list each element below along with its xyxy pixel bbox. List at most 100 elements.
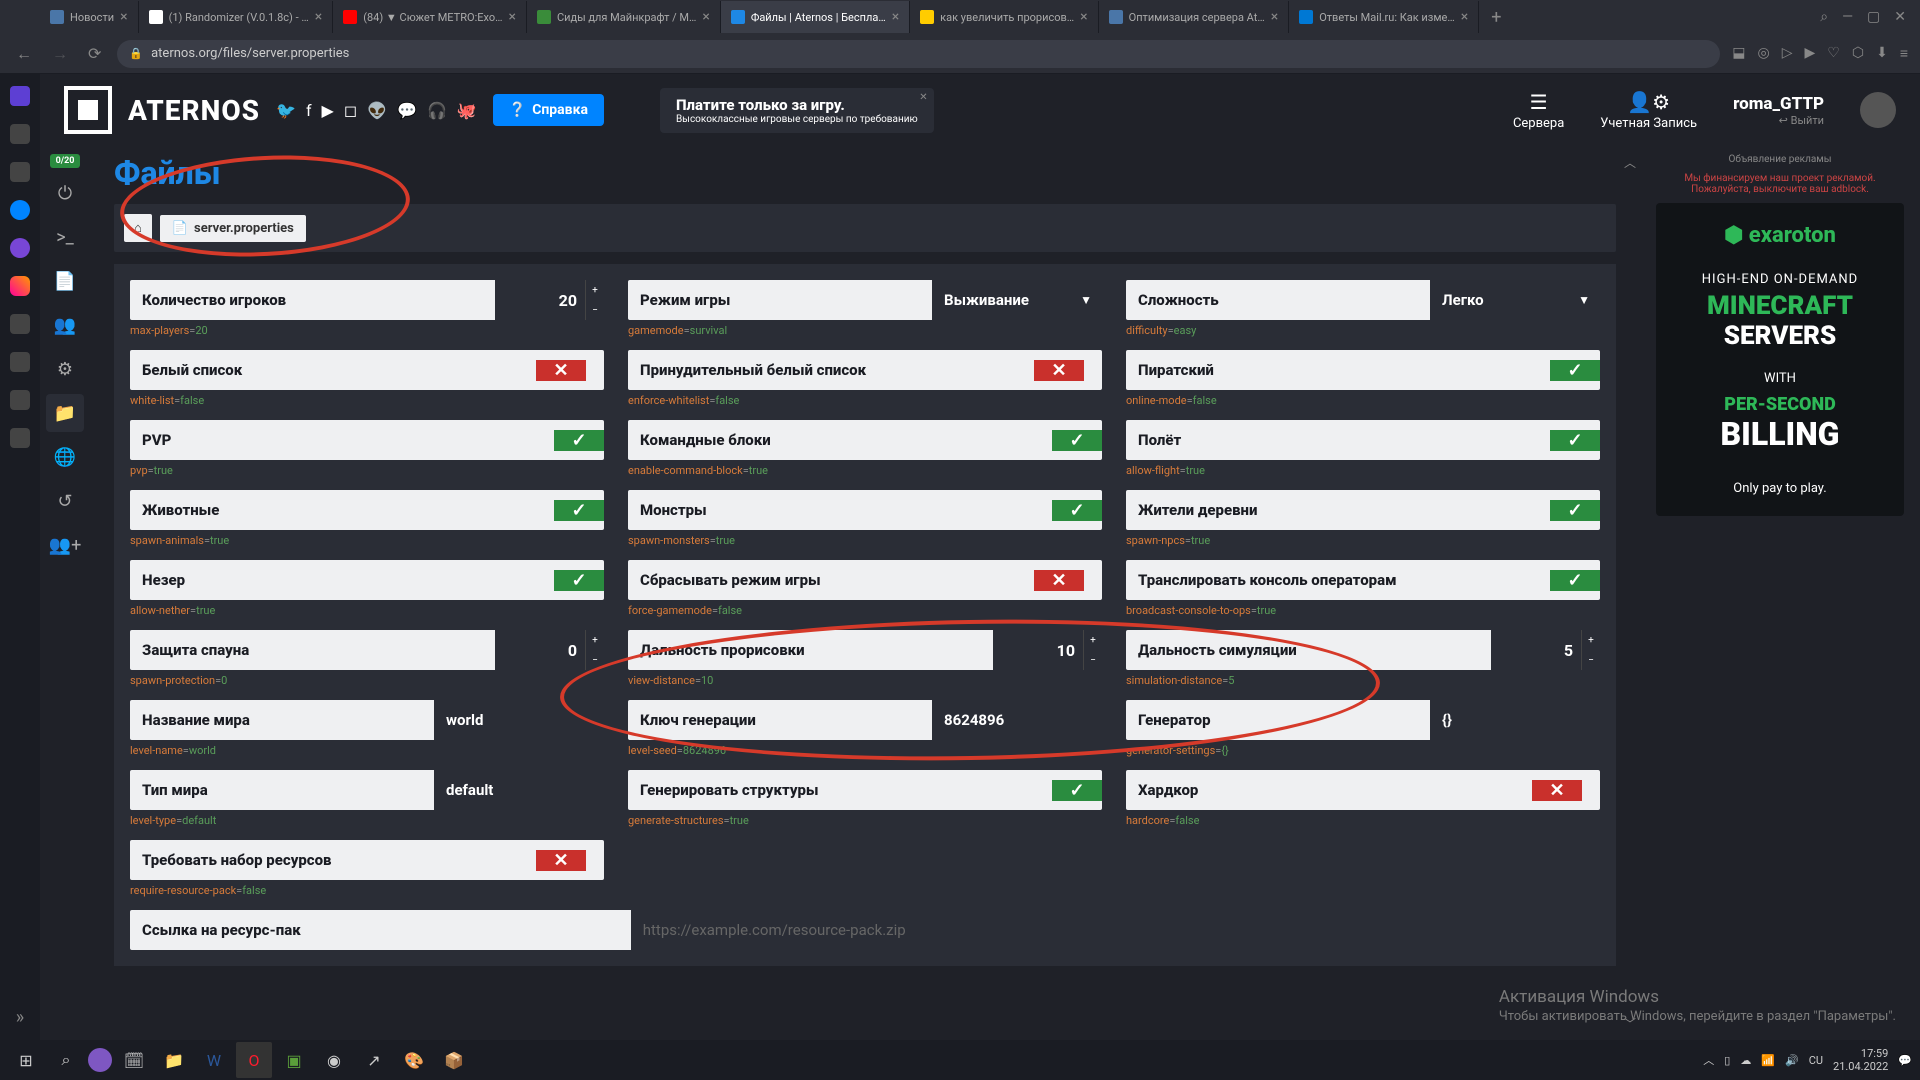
difficulty-select[interactable]: Легко bbox=[1430, 280, 1600, 320]
sidebar-expand-icon[interactable]: » bbox=[16, 1007, 24, 1028]
level-type-input[interactable] bbox=[434, 770, 604, 810]
hardcore-toggle[interactable]: ✕ bbox=[1532, 780, 1600, 801]
back-button[interactable]: ← bbox=[12, 40, 36, 68]
forcegm-toggle[interactable]: ✕ bbox=[1034, 570, 1102, 591]
tray-icon[interactable]: ▯ bbox=[1724, 1054, 1730, 1067]
nether-toggle[interactable]: ✓ bbox=[536, 570, 604, 591]
forward-button[interactable]: → bbox=[48, 40, 72, 68]
sidebar-app-icon[interactable] bbox=[10, 86, 30, 106]
whitelist-toggle[interactable]: ✕ bbox=[536, 360, 604, 381]
tab-close-icon[interactable]: × bbox=[315, 9, 322, 25]
stepper-down[interactable]: − bbox=[1582, 650, 1600, 670]
logout-link[interactable]: ↩ Выйти bbox=[1779, 114, 1824, 127]
stepper-down[interactable]: − bbox=[586, 650, 604, 670]
taskbar-app[interactable]: W bbox=[196, 1042, 232, 1078]
tray-wifi-icon[interactable]: 📶 bbox=[1761, 1054, 1775, 1067]
download-icon[interactable]: ⬇ bbox=[1876, 45, 1888, 62]
cmdblocks-toggle[interactable]: ✓ bbox=[1034, 430, 1102, 451]
support-icon[interactable]: 🎧 bbox=[427, 101, 447, 120]
level-name-input[interactable] bbox=[434, 700, 604, 740]
sim-dist-input[interactable] bbox=[1491, 630, 1581, 670]
taskbar-clock[interactable]: 17:59 21.04.2022 bbox=[1833, 1047, 1888, 1073]
pvp-toggle[interactable]: ✓ bbox=[536, 430, 604, 451]
notifications-icon[interactable]: 💬 bbox=[1898, 1054, 1912, 1067]
stepper-down[interactable]: − bbox=[1084, 650, 1102, 670]
tab-7[interactable]: Ответы Mail.ru: Как изме…× bbox=[1289, 1, 1479, 33]
stepper-up[interactable]: + bbox=[586, 280, 604, 300]
discord-icon[interactable]: 💬 bbox=[397, 101, 417, 120]
sidebar-app-icon[interactable] bbox=[10, 276, 30, 296]
search-icon[interactable]: ⌕ bbox=[1820, 9, 1828, 25]
tab-4[interactable]: Файлы | Aternos | Беспла…× bbox=[721, 1, 910, 33]
tab-close-icon[interactable]: × bbox=[1271, 9, 1278, 25]
twitter-icon[interactable]: 🐦 bbox=[276, 101, 296, 120]
sidebar-app-icon[interactable] bbox=[10, 428, 30, 448]
generator-input[interactable] bbox=[1430, 700, 1600, 740]
cube-icon[interactable]: ⬡ bbox=[1852, 45, 1864, 62]
stepper-up[interactable]: + bbox=[1582, 630, 1600, 650]
close-window-icon[interactable]: ✕ bbox=[1894, 9, 1906, 25]
flight-toggle[interactable]: ✓ bbox=[1532, 430, 1600, 451]
sidebar-app-icon[interactable] bbox=[10, 390, 30, 410]
maximize-icon[interactable]: ▢ bbox=[1867, 9, 1880, 25]
seed-input[interactable] bbox=[932, 700, 1102, 740]
tab-close-icon[interactable]: × bbox=[1080, 9, 1087, 25]
search-button[interactable]: ⌕ bbox=[48, 1042, 84, 1078]
animals-toggle[interactable]: ✓ bbox=[536, 500, 604, 521]
power-icon[interactable]: ⏻ bbox=[46, 174, 84, 212]
url-input[interactable]: 🔒 aternos.org/files/server.properties bbox=[117, 40, 1720, 68]
pack-url-input[interactable] bbox=[631, 910, 1600, 950]
broadcast-toggle[interactable]: ✓ bbox=[1532, 570, 1600, 591]
tab-close-icon[interactable]: × bbox=[1461, 9, 1468, 25]
stepper-up[interactable]: + bbox=[586, 630, 604, 650]
tab-close-icon[interactable]: × bbox=[120, 9, 127, 25]
avatar[interactable] bbox=[1860, 92, 1896, 128]
tray-lang[interactable]: CU bbox=[1809, 1054, 1823, 1067]
tab-5[interactable]: как увеличить прорисов…× bbox=[910, 1, 1098, 33]
addr-icon[interactable]: ▷ bbox=[1782, 45, 1793, 62]
tab-0[interactable]: Новости× bbox=[40, 1, 139, 33]
youtube-icon[interactable]: ▶ bbox=[322, 101, 334, 120]
backups-icon[interactable]: ↺ bbox=[46, 482, 84, 520]
menu-icon[interactable]: ≡ bbox=[1900, 45, 1908, 62]
scroll-up-icon[interactable]: ︿ bbox=[1624, 154, 1636, 171]
players-icon[interactable]: 👥 bbox=[46, 306, 84, 344]
settings-icon[interactable]: ⚙ bbox=[46, 350, 84, 388]
sidebar-app-icon[interactable] bbox=[10, 352, 30, 372]
reddit-icon[interactable]: 👽 bbox=[367, 101, 387, 120]
files-icon[interactable]: 📁 bbox=[46, 394, 84, 432]
tab-2[interactable]: (84) ▼ Сюжет METRO:Exo…× bbox=[333, 1, 527, 33]
tab-close-icon[interactable]: × bbox=[508, 9, 515, 25]
tray-cloud-icon[interactable]: ☁ bbox=[1740, 1054, 1751, 1067]
sidebar-app-icon[interactable] bbox=[10, 314, 30, 334]
access-icon[interactable]: 👥+ bbox=[46, 526, 84, 564]
gamemode-select[interactable]: Выживание bbox=[932, 280, 1102, 320]
spawn-prot-input[interactable] bbox=[495, 630, 585, 670]
worlds-icon[interactable]: 🌐 bbox=[46, 438, 84, 476]
ad-banner[interactable]: ⬢ exaroton HIGH-END ON-DEMAND MINECRAFT … bbox=[1656, 203, 1904, 516]
addr-icon[interactable]: ⬓ bbox=[1732, 45, 1745, 62]
enforce-wl-toggle[interactable]: ✕ bbox=[1034, 360, 1102, 381]
structures-toggle[interactable]: ✓ bbox=[1034, 780, 1102, 801]
taskbar-app[interactable]: ↗ bbox=[356, 1042, 392, 1078]
view-dist-input[interactable] bbox=[993, 630, 1083, 670]
reload-button[interactable]: ⟳ bbox=[84, 40, 105, 67]
log-icon[interactable]: 📄 bbox=[46, 262, 84, 300]
heart-icon[interactable]: ♡ bbox=[1827, 45, 1840, 62]
tab-close-icon[interactable]: × bbox=[702, 9, 709, 25]
instagram-icon[interactable]: ◻ bbox=[344, 101, 357, 120]
tab-1[interactable]: (1) Randomizer (V.0.1.8c) - …× bbox=[139, 1, 334, 33]
taskbar-app[interactable]: 🎨 bbox=[396, 1042, 432, 1078]
new-tab-button[interactable]: + bbox=[1479, 7, 1513, 28]
steam-icon[interactable]: ◉ bbox=[316, 1042, 352, 1078]
close-icon[interactable]: ✕ bbox=[919, 92, 927, 103]
sidebar-app-icon[interactable] bbox=[10, 124, 30, 144]
tray-chevron-icon[interactable]: ︿ bbox=[1703, 1052, 1714, 1068]
tab-3[interactable]: Сиды для Майнкрафт / М…× bbox=[527, 1, 721, 33]
nav-servers[interactable]: ☰Сервера bbox=[1513, 90, 1564, 131]
sidebar-app-icon[interactable] bbox=[10, 162, 30, 182]
console-icon[interactable]: >_ bbox=[46, 218, 84, 256]
taskbar-app[interactable]: 📦 bbox=[436, 1042, 472, 1078]
sidebar-app-icon[interactable] bbox=[10, 238, 30, 258]
taskbar-app[interactable] bbox=[88, 1048, 112, 1072]
